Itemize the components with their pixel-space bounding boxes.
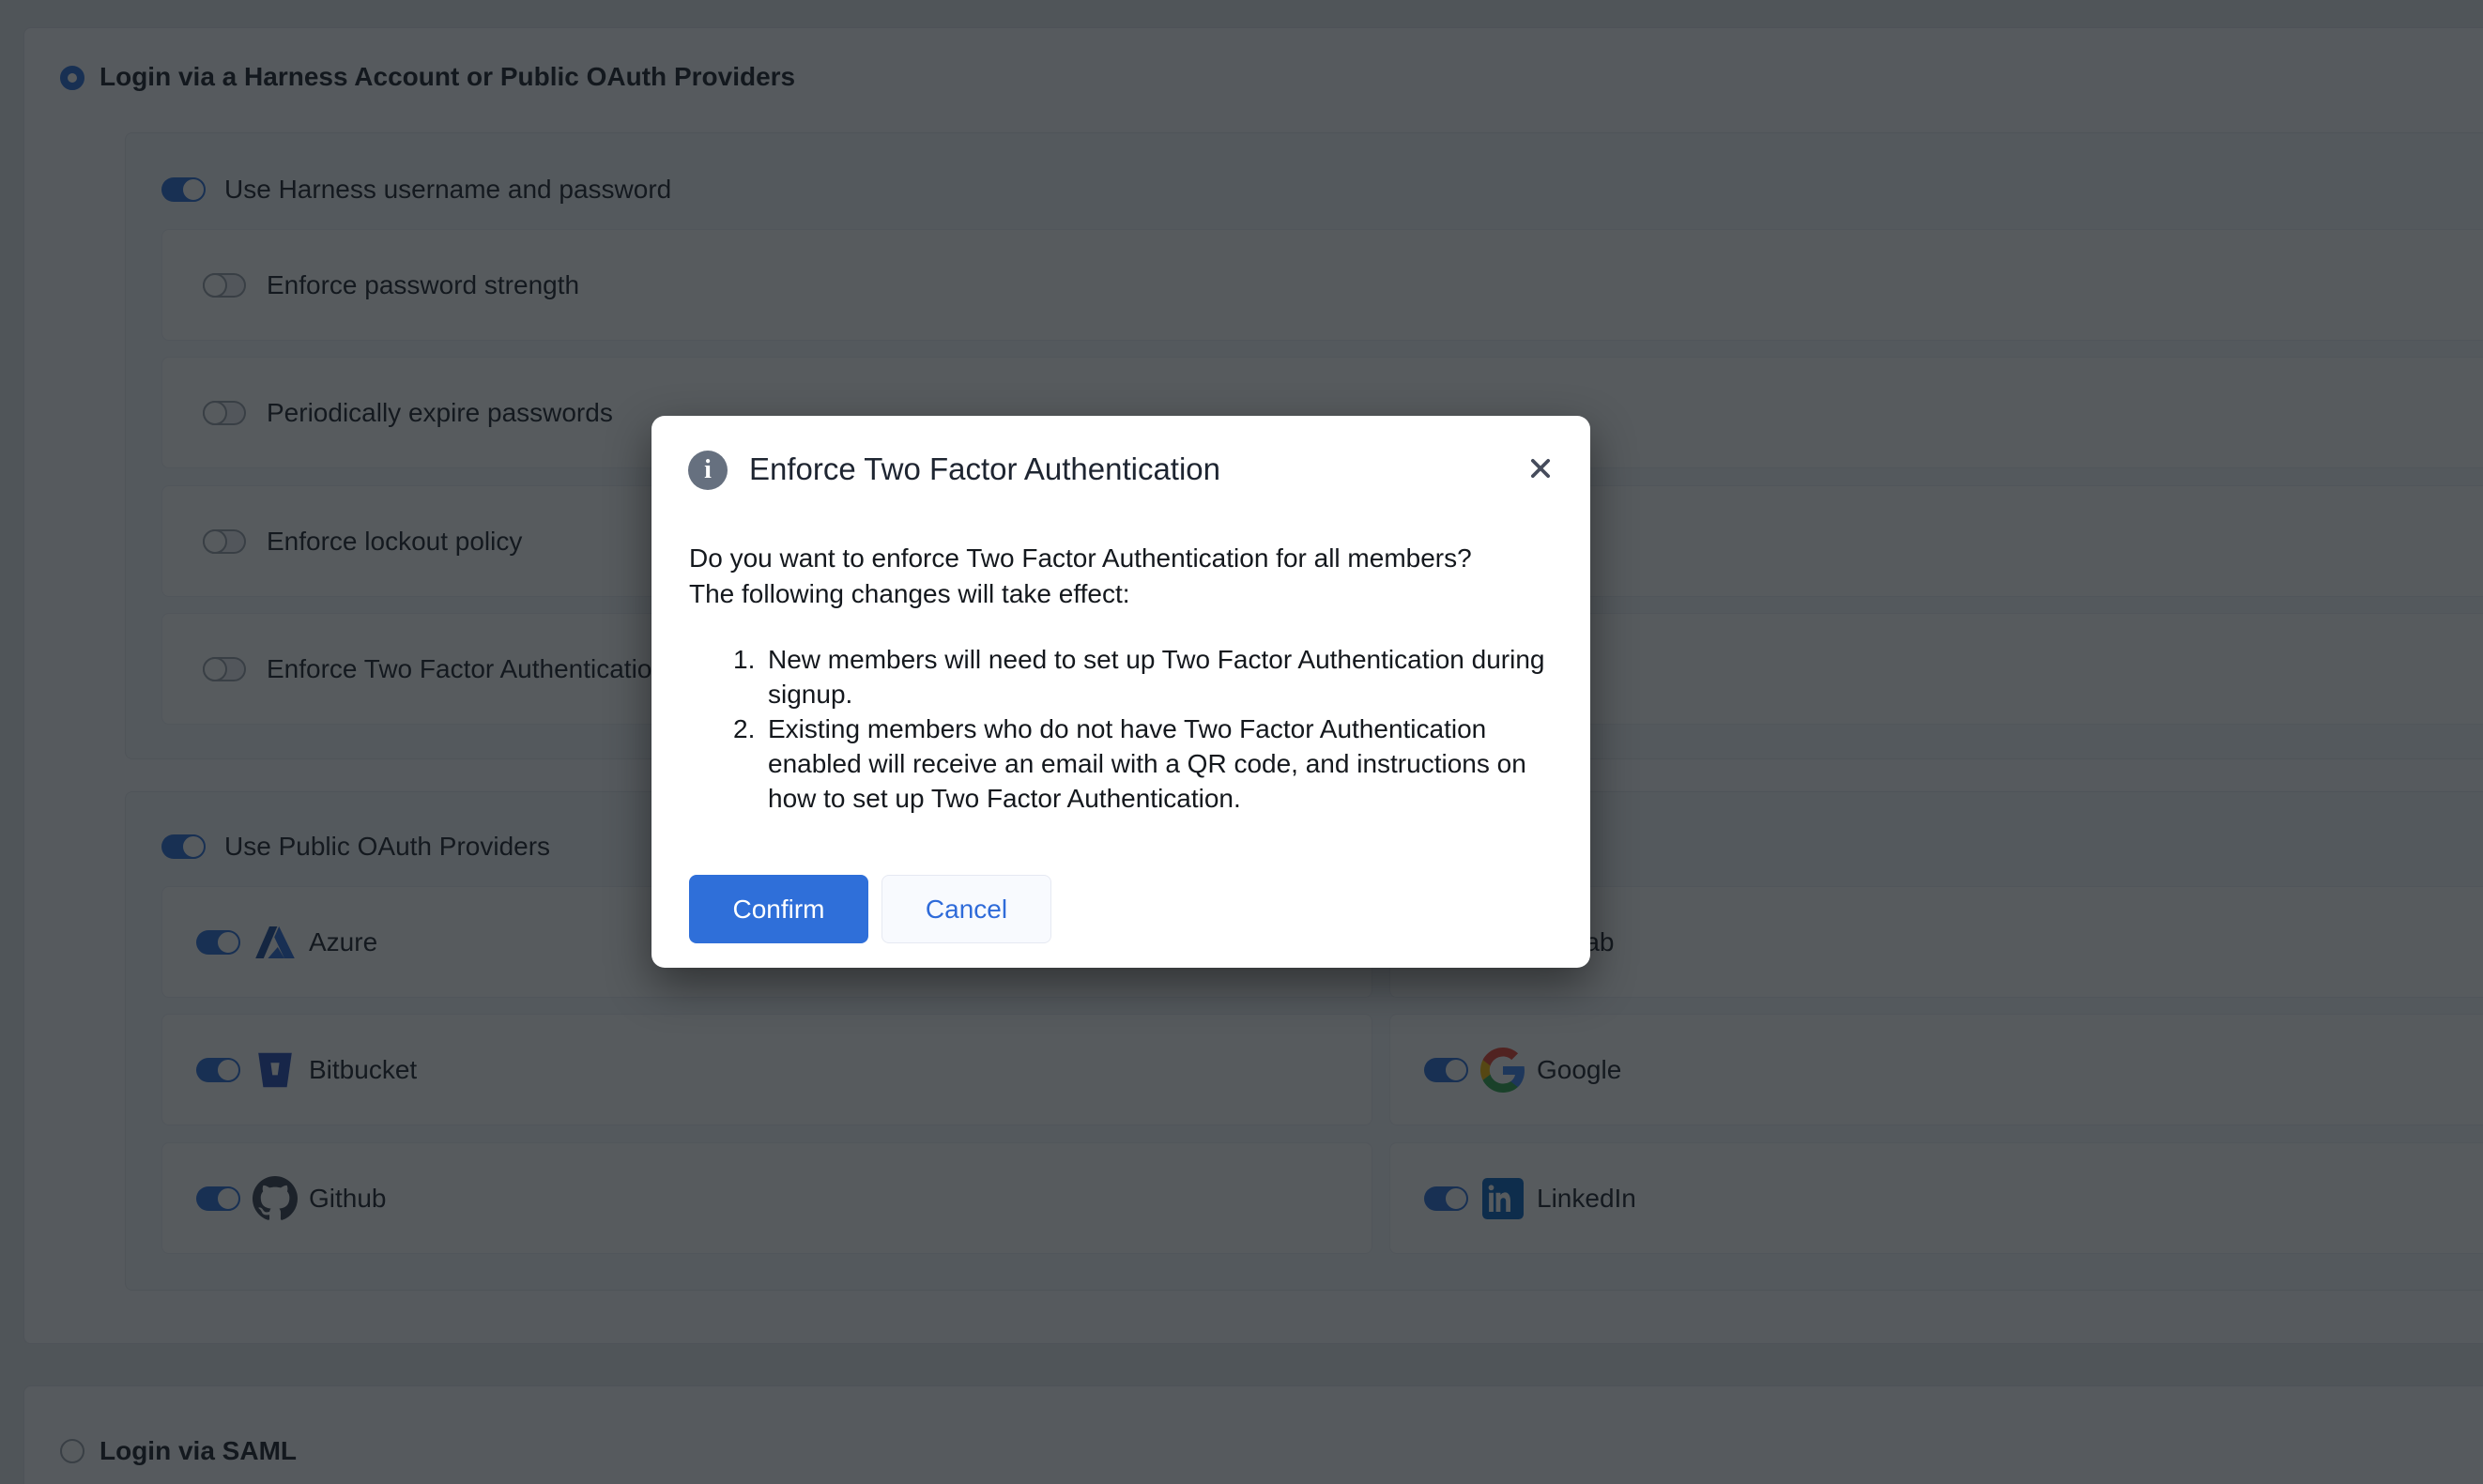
- info-icon: i: [688, 451, 728, 490]
- close-x-glyph: [1527, 455, 1554, 482]
- dialog-body-text: Do you want to enforce Two Factor Authen…: [689, 541, 1487, 612]
- dialog-title: Enforce Two Factor Authentication: [749, 449, 1220, 490]
- close-icon[interactable]: [1520, 448, 1561, 489]
- auth-settings-screen: Login via a Harness Account or Public OA…: [0, 0, 2483, 1484]
- list-item: Existing members who do not have Two Fac…: [768, 711, 1551, 816]
- list-item: New members will need to set up Two Fact…: [768, 642, 1551, 711]
- confirm-button[interactable]: Confirm: [689, 875, 868, 943]
- enforce-2fa-dialog: i Enforce Two Factor Authentication Do y…: [651, 416, 1590, 968]
- cancel-button[interactable]: Cancel: [881, 875, 1051, 943]
- dialog-change-list: New members will need to set up Two Fact…: [768, 642, 1551, 816]
